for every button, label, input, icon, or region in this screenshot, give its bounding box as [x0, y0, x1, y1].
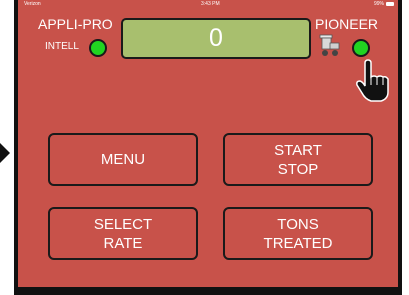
- menu-button-label: MENU: [100, 151, 146, 168]
- arrow-right-icon: [0, 143, 10, 163]
- brand-pioneer: PIONEER: [315, 16, 379, 32]
- start-stop-label-line1: START: [274, 141, 322, 159]
- value-display: 0: [121, 18, 311, 59]
- device-screen: Verizon 3:43 PM 99% APPLI-PRO INTELL 0 P…: [14, 0, 402, 295]
- select-rate-button[interactable]: SELECT RATE: [48, 207, 198, 260]
- status-carrier: Verizon: [24, 1, 41, 7]
- tons-treated-label-line2: TREATED: [263, 234, 333, 252]
- pointing-hand-icon: [356, 59, 389, 102]
- select-rate-label-line1: SELECT: [93, 215, 153, 233]
- tons-treated-label-line1: TONS: [277, 215, 319, 233]
- status-bar: Verizon 3:43 PM 99%: [18, 0, 398, 8]
- intell-label: INTELL: [45, 41, 79, 52]
- status-time: 3:43 PM: [201, 1, 220, 7]
- select-rate-label-line2: RATE: [103, 234, 143, 252]
- start-stop-label-line2: STOP: [277, 160, 319, 178]
- battery-icon: [386, 2, 394, 6]
- start-stop-button[interactable]: START STOP: [223, 133, 373, 186]
- intell-status-led: [89, 39, 107, 57]
- status-battery: 99%: [373, 1, 384, 7]
- menu-button[interactable]: MENU: [48, 133, 198, 186]
- control-panel: Verizon 3:43 PM 99% APPLI-PRO INTELL 0 P…: [18, 0, 398, 287]
- tons-treated-button[interactable]: TONS TREATED: [223, 207, 373, 260]
- pioneer-status-led[interactable]: [352, 39, 370, 57]
- brand-appli-pro: APPLI-PRO: [38, 16, 113, 32]
- cart-icon: [319, 34, 340, 56]
